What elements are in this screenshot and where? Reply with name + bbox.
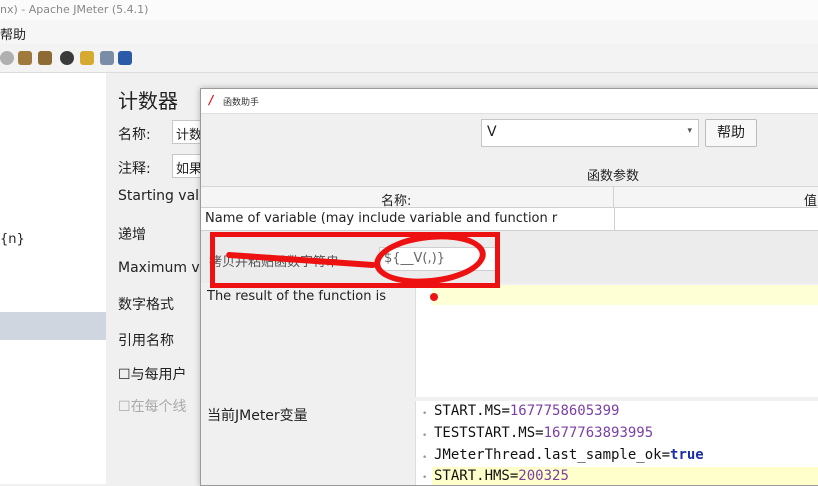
search-binoculars-icon[interactable] [60, 51, 74, 65]
variables-textarea[interactable]: • • • • START.MS=1677758605399 TESTSTART… [415, 401, 818, 485]
params-title: 函数参数 [587, 169, 640, 184]
function-select[interactable]: V ▾ [481, 119, 699, 147]
variable-line: TESTSTART.MS=1677763893995 [434, 425, 654, 441]
gutter-mark: • [422, 473, 428, 483]
result-textarea[interactable] [415, 285, 818, 397]
toolbar [0, 44, 818, 73]
result-highlight [432, 285, 818, 305]
dialog-title: 函数助手 [223, 98, 260, 108]
comment-field-value: 如果 [176, 162, 203, 177]
params-table: 名称: 值 Name of variable (may include vari… [201, 186, 818, 231]
feather-icon: / [209, 93, 214, 107]
name-label: 名称: [118, 127, 151, 143]
table-row-value[interactable] [614, 208, 818, 230]
variable-line: JMeterThread.last_sample_ok=true [434, 447, 704, 463]
reference-name-label: 引用名称 [118, 333, 174, 349]
help-button[interactable]: 帮助 [705, 119, 757, 147]
window-title-bar: nx) - Apache JMeter (5.4.1) [0, 0, 818, 21]
per-thread-checkbox[interactable]: ☐在每个线 [118, 396, 187, 416]
chevron-down-icon[interactable]: ▾ [687, 126, 692, 136]
clear-icon[interactable] [18, 51, 32, 65]
variables-label: 当前JMeter变量 [207, 408, 308, 424]
function-helper-icon[interactable] [100, 51, 114, 65]
gutter-mark: • [422, 431, 428, 441]
dialog-title-bar: / 函数助手 [201, 89, 818, 114]
starting-value-label: Starting val [118, 188, 200, 204]
menu-help[interactable]: 帮助 [0, 24, 26, 43]
clear-all-icon[interactable] [38, 51, 52, 65]
page-title: 计数器 [118, 89, 178, 113]
header-value-cell: 值 [614, 187, 818, 209]
help-book-icon[interactable] [118, 51, 132, 65]
window-title: nx) - Apache JMeter (5.4.1) [0, 3, 149, 16]
gutter-mark: • [422, 453, 428, 463]
increment-label: 递增 [118, 227, 146, 243]
per-user-label: 与每用户 [130, 367, 187, 383]
header-name: 名称: [381, 194, 412, 209]
function-select-value: V [487, 124, 497, 140]
result-label: The result of the function is [207, 289, 386, 304]
variable-line: START.HMS=200325 [434, 468, 569, 484]
table-row-name[interactable]: Name of variable (may include variable a… [205, 211, 609, 226]
header-name-cell: 名称: [201, 187, 614, 209]
gutter-mark: • [422, 409, 428, 419]
stop-icon[interactable] [0, 51, 14, 65]
comment-label: 注释: [118, 161, 151, 177]
test-plan-tree [0, 73, 106, 484]
tree-item[interactable]: {n} [0, 232, 25, 247]
maximum-label: Maximum v [118, 260, 200, 276]
variable-line: START.MS=1677758605399 [434, 403, 620, 419]
name-field-value: 计数 [176, 128, 203, 143]
per-user-checkbox[interactable]: ☐与每用户 [118, 364, 187, 384]
reset-search-icon[interactable] [80, 51, 94, 65]
header-value: 值 [803, 194, 817, 209]
per-thread-label: 在每个线 [130, 399, 187, 415]
annotation-dot [430, 293, 438, 301]
menu-bar: 帮助 [0, 20, 818, 44]
tree-item-selected[interactable] [0, 312, 106, 340]
number-format-label: 数字格式 [118, 297, 174, 313]
